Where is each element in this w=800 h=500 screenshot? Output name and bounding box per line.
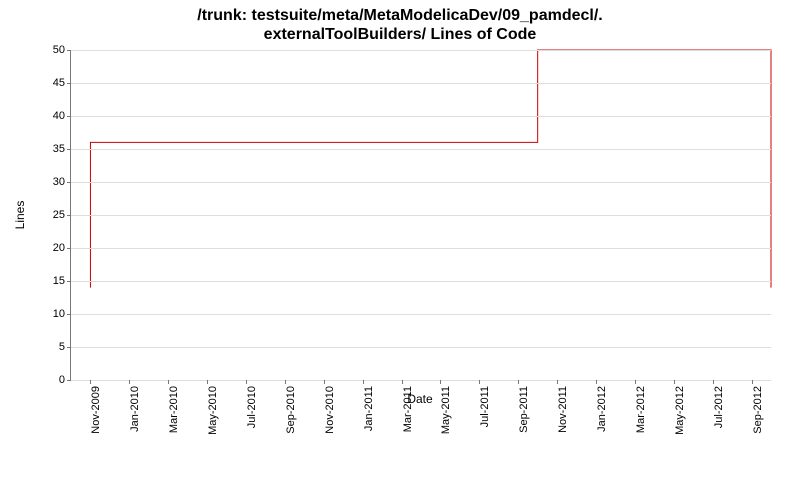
x-tick-mark	[363, 380, 364, 384]
gridline	[71, 281, 771, 282]
y-axis-label: Lines	[13, 201, 27, 230]
gridline	[71, 83, 771, 84]
y-tick-label: 35	[53, 143, 65, 155]
x-tick-label: Sep-2010	[285, 386, 297, 434]
x-tick-label: Mar-2011	[402, 386, 414, 432]
x-tick-mark	[518, 380, 519, 384]
x-tick-label: Nov-2011	[557, 386, 569, 433]
y-tick-mark	[67, 347, 71, 348]
x-tick-label: Jul-2011	[479, 386, 491, 427]
x-tick-label: Jul-2010	[246, 386, 258, 428]
y-tick-mark	[67, 149, 71, 150]
plot-area: 05101520253035404550Nov-2009Jan-2010Mar-…	[70, 50, 771, 381]
x-tick-mark	[596, 380, 597, 384]
y-tick-mark	[67, 116, 71, 117]
y-tick-mark	[67, 380, 71, 381]
x-tick-mark	[479, 380, 480, 384]
data-line	[90, 50, 771, 288]
x-tick-mark	[402, 380, 403, 384]
x-tick-mark	[635, 380, 636, 384]
y-tick-mark	[67, 50, 71, 51]
y-tick-label: 20	[53, 242, 65, 254]
x-tick-mark	[674, 380, 675, 384]
x-tick-label: May-2010	[207, 386, 219, 435]
y-tick-label: 30	[53, 176, 65, 188]
y-tick-mark	[67, 215, 71, 216]
x-tick-label: May-2012	[674, 386, 686, 435]
y-tick-label: 40	[53, 110, 65, 122]
x-tick-mark	[752, 380, 753, 384]
gridline	[71, 116, 771, 117]
chart-title: /trunk: testsuite/meta/MetaModelicaDev/0…	[0, 6, 800, 44]
x-tick-mark	[713, 380, 714, 384]
x-tick-mark	[246, 380, 247, 384]
x-tick-label: Jul-2012	[713, 386, 725, 428]
x-tick-label: Jan-2011	[363, 386, 375, 431]
x-tick-label: Jan-2012	[596, 386, 608, 432]
gridline	[71, 50, 771, 51]
y-tick-label: 5	[59, 341, 65, 353]
x-tick-mark	[168, 380, 169, 384]
title-line-2: externalToolBuilders/ Lines of Code	[264, 26, 537, 43]
gridline	[71, 314, 771, 315]
x-tick-mark	[90, 380, 91, 384]
y-tick-label: 25	[53, 209, 65, 221]
gridline	[71, 380, 771, 381]
gridline	[71, 149, 771, 150]
gridline	[71, 215, 771, 216]
x-tick-label: Jan-2010	[129, 386, 141, 432]
x-tick-label: Sep-2011	[518, 386, 530, 433]
x-tick-mark	[324, 380, 325, 384]
gridline	[71, 347, 771, 348]
y-tick-label: 10	[53, 308, 65, 320]
x-tick-label: Nov-2010	[324, 386, 336, 434]
y-tick-label: 0	[59, 374, 65, 386]
x-tick-mark	[285, 380, 286, 384]
y-tick-mark	[67, 314, 71, 315]
y-tick-label: 45	[53, 77, 65, 89]
x-tick-mark	[557, 380, 558, 384]
x-tick-mark	[207, 380, 208, 384]
x-tick-label: Nov-2009	[90, 386, 102, 434]
x-tick-label: Mar-2010	[168, 386, 180, 433]
x-tick-mark	[129, 380, 130, 384]
y-tick-mark	[67, 248, 71, 249]
x-tick-label: Mar-2012	[635, 386, 647, 433]
x-tick-label: Sep-2012	[752, 386, 764, 434]
chart-container: /trunk: testsuite/meta/MetaModelicaDev/0…	[0, 0, 800, 500]
gridline	[71, 248, 771, 249]
y-tick-label: 50	[53, 44, 65, 56]
title-line-1: /trunk: testsuite/meta/MetaModelicaDev/0…	[197, 7, 602, 24]
y-tick-mark	[67, 281, 71, 282]
y-tick-mark	[67, 182, 71, 183]
x-tick-mark	[440, 380, 441, 384]
x-tick-label: May-2011	[440, 386, 452, 434]
y-tick-label: 15	[53, 275, 65, 287]
y-tick-mark	[67, 83, 71, 84]
gridline	[71, 182, 771, 183]
